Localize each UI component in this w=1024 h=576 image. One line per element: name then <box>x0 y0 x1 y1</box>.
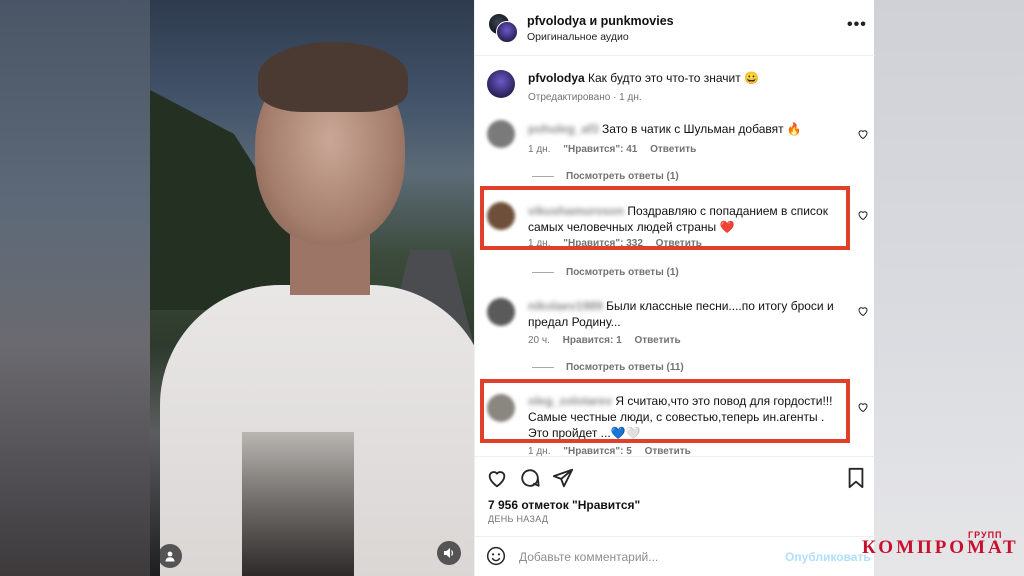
more-icon[interactable]: ••• <box>847 16 867 34</box>
comment-text: pohuleg_af3 Зато в чатик с Шульман добав… <box>528 121 838 137</box>
comment-likes[interactable]: "Нравится": 41 <box>563 144 637 155</box>
comment-text: nikolaev1989 Были классные песни....по и… <box>528 298 838 330</box>
post-panel: pfvolodya и punkmovies Оригинальное ауди… <box>474 0 875 576</box>
sound-icon <box>444 548 453 558</box>
view-replies-label: Посмотреть ответы (1) <box>566 267 679 278</box>
bookmark-icon[interactable] <box>845 467 867 489</box>
comment-likes[interactable]: "Нравится": 5 <box>563 446 632 456</box>
replies-line <box>532 272 554 273</box>
comment-username[interactable]: nikolaev1989 <box>528 299 603 313</box>
caption-body: Как будто это что-то значит 😀 <box>588 71 759 85</box>
avatar[interactable] <box>487 70 515 98</box>
post-header: pfvolodya и punkmovies Оригинальное ауди… <box>475 0 875 56</box>
watermark-logo: КОМПРОМАТ <box>862 537 1019 558</box>
view-replies-button[interactable]: Посмотреть ответы (1) <box>532 267 679 278</box>
likes-count[interactable]: 7 956 отметок "Нравится" <box>488 498 640 512</box>
blurred-background-right <box>874 0 1024 576</box>
comment-meta: 20 ч. Нравится: 1 Ответить <box>528 335 691 346</box>
caption-text: pfvolodya Как будто это что-то значит 😀 <box>528 70 838 86</box>
avatar[interactable] <box>487 298 515 326</box>
heart-icon[interactable] <box>857 128 869 140</box>
view-replies-label: Посмотреть ответы (11) <box>566 362 684 373</box>
reply-button[interactable]: Ответить <box>650 144 696 155</box>
post-date: ДЕНЬ НАЗАД <box>488 514 549 524</box>
comment-meta: 1 дн. "Нравится": 5 Ответить <box>528 446 701 456</box>
audio-link[interactable]: Оригинальное аудио <box>527 31 629 43</box>
reply-button[interactable]: Ответить <box>634 335 680 346</box>
comment-time: 1 дн. <box>528 446 551 456</box>
add-comment-row: Добавьте комментарий... Опубликовать <box>475 536 875 576</box>
heart-icon[interactable] <box>857 305 869 317</box>
publish-button[interactable]: Опубликовать <box>785 550 871 564</box>
emoji-icon[interactable] <box>486 546 506 566</box>
caption-username[interactable]: pfvolodya <box>528 71 585 85</box>
tagged-user-button[interactable] <box>158 544 182 568</box>
blurred-background-left <box>0 0 150 576</box>
replies-line <box>532 367 554 368</box>
replies-line <box>532 176 554 177</box>
reply-button[interactable]: Ответить <box>645 446 691 456</box>
post-authors[interactable]: pfvolodya и punkmovies <box>527 14 674 28</box>
avatar[interactable] <box>487 120 515 148</box>
heart-icon[interactable] <box>857 401 869 413</box>
caption-meta: Отредактировано · 1 дн. <box>528 92 642 103</box>
view-replies-button[interactable]: Посмотреть ответы (11) <box>532 362 684 373</box>
highlight-box <box>480 379 850 443</box>
user-icon <box>165 551 175 562</box>
video-shirt-print <box>242 432 354 576</box>
mute-button[interactable] <box>437 541 461 565</box>
comment-time: 20 ч. <box>528 335 550 346</box>
comment-username[interactable]: pohuleg_af3 <box>528 122 599 136</box>
view-replies-label: Посмотреть ответы (1) <box>566 171 679 182</box>
post-actions <box>475 456 875 496</box>
highlight-box <box>480 186 850 250</box>
comment-meta: 1 дн. "Нравится": 41 Ответить <box>528 144 706 155</box>
view-replies-button[interactable]: Посмотреть ответы (1) <box>532 171 679 182</box>
heart-icon[interactable] <box>486 467 508 489</box>
comment-body: Зато в чатик с Шульман добавят 🔥 <box>602 122 802 136</box>
comment-likes[interactable]: Нравится: 1 <box>563 335 622 346</box>
heart-icon[interactable] <box>857 209 869 221</box>
reel-video[interactable] <box>150 0 474 576</box>
comment-input[interactable]: Добавьте комментарий... <box>519 550 658 564</box>
comment-icon[interactable] <box>519 467 541 489</box>
video-hair <box>258 42 408 112</box>
comment-time: 1 дн. <box>528 144 551 155</box>
avatar[interactable] <box>496 21 518 43</box>
share-icon[interactable] <box>552 467 574 489</box>
